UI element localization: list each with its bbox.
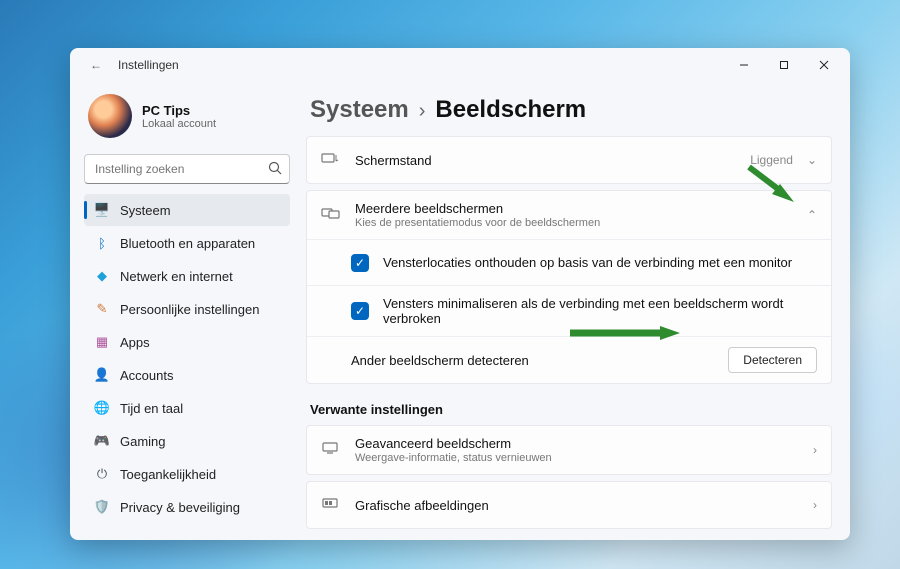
sidebar-item-label: Netwerk en internet xyxy=(120,269,233,284)
sidebar-item-label: Apps xyxy=(120,335,150,350)
app-title: Instellingen xyxy=(118,58,179,72)
sidebar-item-label: Bluetooth en apparaten xyxy=(120,236,255,251)
content-pane: Systeem › Beeldscherm Schermstand Liggen… xyxy=(300,82,850,540)
system-icon: 🖥️ xyxy=(94,202,110,218)
detect-label: Ander beeldscherm detecteren xyxy=(351,353,714,368)
multi-display-title: Meerdere beeldschermen xyxy=(355,201,793,216)
maximize-button[interactable] xyxy=(764,50,804,80)
bluetooth-icon: ᛒ xyxy=(94,235,110,251)
minimize-disconnect-label: Vensters minimaliseren als de verbinding… xyxy=(383,296,817,326)
multi-display-card: Meerdere beeldschermen Kies de presentat… xyxy=(306,190,832,384)
breadcrumb-separator: › xyxy=(419,100,426,123)
graphics-card[interactable]: Grafische afbeeldingen › xyxy=(306,481,832,529)
back-button[interactable]: ← xyxy=(84,58,108,72)
profile-subtitle: Lokaal account xyxy=(142,118,216,130)
search-input[interactable] xyxy=(84,154,290,184)
multi-display-header[interactable]: Meerdere beeldschermen Kies de presentat… xyxy=(307,191,831,239)
orientation-icon xyxy=(321,151,341,170)
orientation-card: Schermstand Liggend ⌄ xyxy=(306,136,832,184)
minimize-button[interactable] xyxy=(724,50,764,80)
multi-display-subtitle: Kies de presentatiemodus voor de beeldsc… xyxy=(355,217,793,229)
avatar xyxy=(88,94,132,138)
orientation-label: Schermstand xyxy=(355,153,736,168)
checkbox-checked-icon[interactable]: ✓ xyxy=(351,302,369,320)
nav-list: 🖥️ Systeem ᛒ Bluetooth en apparaten ◆ Netwerk… xyxy=(84,194,290,523)
remember-locations-row[interactable]: ✓ Vensterlocaties onthouden op basis van… xyxy=(307,239,831,285)
advanced-display-card[interactable]: Geavanceerd beeldscherm Weergave-informa… xyxy=(306,425,832,475)
sidebar-item-label: Tijd en taal xyxy=(120,401,183,416)
advanced-display-title: Geavanceerd beeldscherm xyxy=(355,436,799,451)
checkbox-checked-icon[interactable]: ✓ xyxy=(351,254,369,272)
sidebar-item-privacy[interactable]: 🛡️ Privacy & beveiliging xyxy=(84,491,290,523)
graphics-icon xyxy=(321,496,341,515)
sidebar-item-network[interactable]: ◆ Netwerk en internet xyxy=(84,260,290,292)
profile-name: PC Tips xyxy=(142,103,216,118)
settings-window: ← Instellingen PC Tips Lokaal account xyxy=(70,48,850,540)
close-button[interactable] xyxy=(804,50,844,80)
displays-icon xyxy=(321,206,341,225)
breadcrumb-leaf: Beeldscherm xyxy=(435,96,586,124)
sidebar-item-gaming[interactable]: 🎮 Gaming xyxy=(84,425,290,457)
chevron-right-icon: › xyxy=(813,443,817,457)
gaming-icon: 🎮 xyxy=(94,433,110,449)
sidebar-item-bluetooth[interactable]: ᛒ Bluetooth en apparaten xyxy=(84,227,290,259)
access-icon: ⏻ xyxy=(94,466,110,482)
sidebar-item-label: Accounts xyxy=(120,368,173,383)
personal-icon: ✎ xyxy=(94,301,110,317)
advanced-display-subtitle: Weergave-informatie, status vernieuwen xyxy=(355,452,799,464)
sidebar-item-label: Persoonlijke instellingen xyxy=(120,302,259,317)
minimize-disconnect-row[interactable]: ✓ Vensters minimaliseren als de verbindi… xyxy=(307,285,831,336)
search-icon xyxy=(268,161,282,178)
sidebar-item-accounts[interactable]: 👤 Accounts xyxy=(84,359,290,391)
orientation-row[interactable]: Schermstand Liggend ⌄ xyxy=(307,137,831,183)
sidebar: PC Tips Lokaal account 🖥️ Systeem ᛒ Bluetoo… xyxy=(70,82,300,540)
detect-button[interactable]: Detecteren xyxy=(728,347,817,373)
related-heading: Verwante instellingen xyxy=(310,402,832,417)
orientation-value: Liggend xyxy=(750,153,793,167)
graphics-title: Grafische afbeeldingen xyxy=(355,498,799,513)
chevron-up-icon: ⌃ xyxy=(807,208,817,222)
titlebar: ← Instellingen xyxy=(70,48,850,82)
chevron-right-icon: › xyxy=(813,498,817,512)
detect-display-row: Ander beeldscherm detecteren Detecteren xyxy=(307,336,831,383)
sidebar-item-apps[interactable]: ▦ Apps xyxy=(84,326,290,358)
sidebar-item-access[interactable]: ⏻ Toegankelijkheid xyxy=(84,458,290,490)
sidebar-item-label: Gaming xyxy=(120,434,166,449)
breadcrumb: Systeem › Beeldscherm xyxy=(306,86,832,136)
apps-icon: ▦ xyxy=(94,334,110,350)
breadcrumb-root[interactable]: Systeem xyxy=(310,96,409,124)
accounts-icon: 👤 xyxy=(94,367,110,383)
monitor-icon xyxy=(321,441,341,460)
sidebar-item-personal[interactable]: ✎ Persoonlijke instellingen xyxy=(84,293,290,325)
sidebar-item-system[interactable]: 🖥️ Systeem xyxy=(84,194,290,226)
time-icon: 🌐 xyxy=(94,400,110,416)
sidebar-item-label: Systeem xyxy=(120,203,171,218)
privacy-icon: 🛡️ xyxy=(94,499,110,515)
network-icon: ◆ xyxy=(94,268,110,284)
chevron-down-icon: ⌄ xyxy=(807,153,817,167)
sidebar-item-time[interactable]: 🌐 Tijd en taal xyxy=(84,392,290,424)
profile-block[interactable]: PC Tips Lokaal account xyxy=(84,90,290,152)
sidebar-item-label: Toegankelijkheid xyxy=(120,467,216,482)
search-container xyxy=(84,154,290,184)
remember-locations-label: Vensterlocaties onthouden op basis van d… xyxy=(383,255,817,270)
sidebar-item-label: Privacy & beveiliging xyxy=(120,500,240,515)
